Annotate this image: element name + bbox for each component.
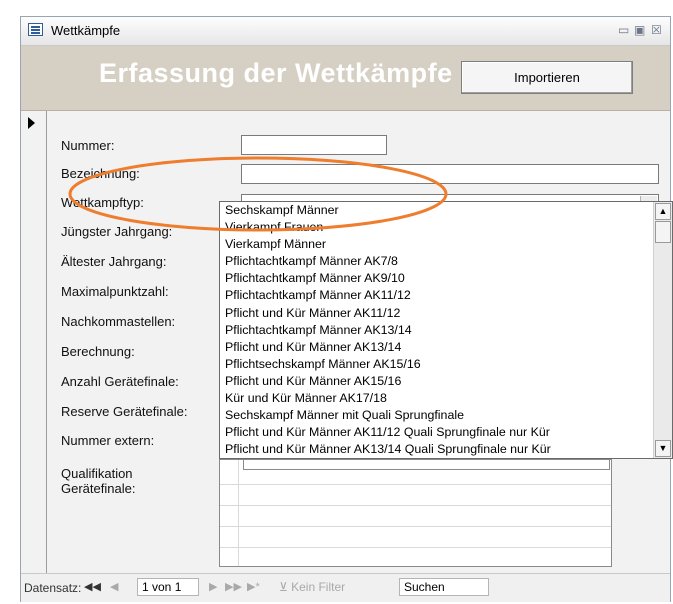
highlight-ellipse	[68, 156, 448, 232]
highlight-annotation	[68, 156, 448, 232]
